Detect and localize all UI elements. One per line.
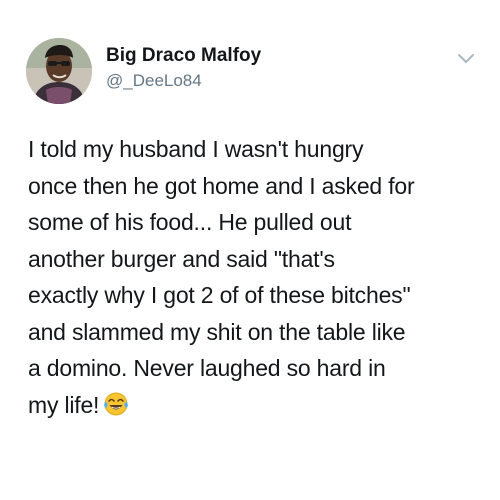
avatar-photo — [26, 38, 92, 104]
display-name[interactable]: Big Draco Malfoy — [106, 44, 261, 68]
face-with-tears-of-joy-emoji-icon — [103, 391, 129, 417]
tweet-text-line: once then he got home and I asked for — [28, 172, 415, 199]
tweet-author: Big Draco Malfoy @_DeeLo84 — [106, 44, 261, 92]
tweet-text-last-line: my life! — [28, 387, 488, 424]
tweet-text-line: some of his food... He pulled out — [28, 209, 352, 235]
chevron-down-icon[interactable] — [456, 52, 476, 66]
tweet-text: I told my husband I wasn't hungry once t… — [28, 131, 488, 423]
user-handle[interactable]: @_DeeLo84 — [106, 70, 261, 92]
tweet-text-line: my life! — [28, 391, 100, 418]
tweet-text-line: another burger and said "that's — [28, 245, 335, 272]
tweet-text-line: exactly why I got 2 of of these bitches" — [28, 282, 411, 308]
tweet-card: Big Draco Malfoy @_DeeLo84 I told my hus… — [0, 0, 500, 500]
tweet-text-line: a domino. Never laughed so hard in — [28, 355, 386, 381]
avatar[interactable] — [26, 38, 92, 104]
tweet-text-line: I told my husband I wasn't hungry — [28, 136, 364, 162]
tweet-header: Big Draco Malfoy @_DeeLo84 — [26, 38, 476, 108]
tweet-text-line: and slammed my shit on the table like — [28, 318, 406, 345]
